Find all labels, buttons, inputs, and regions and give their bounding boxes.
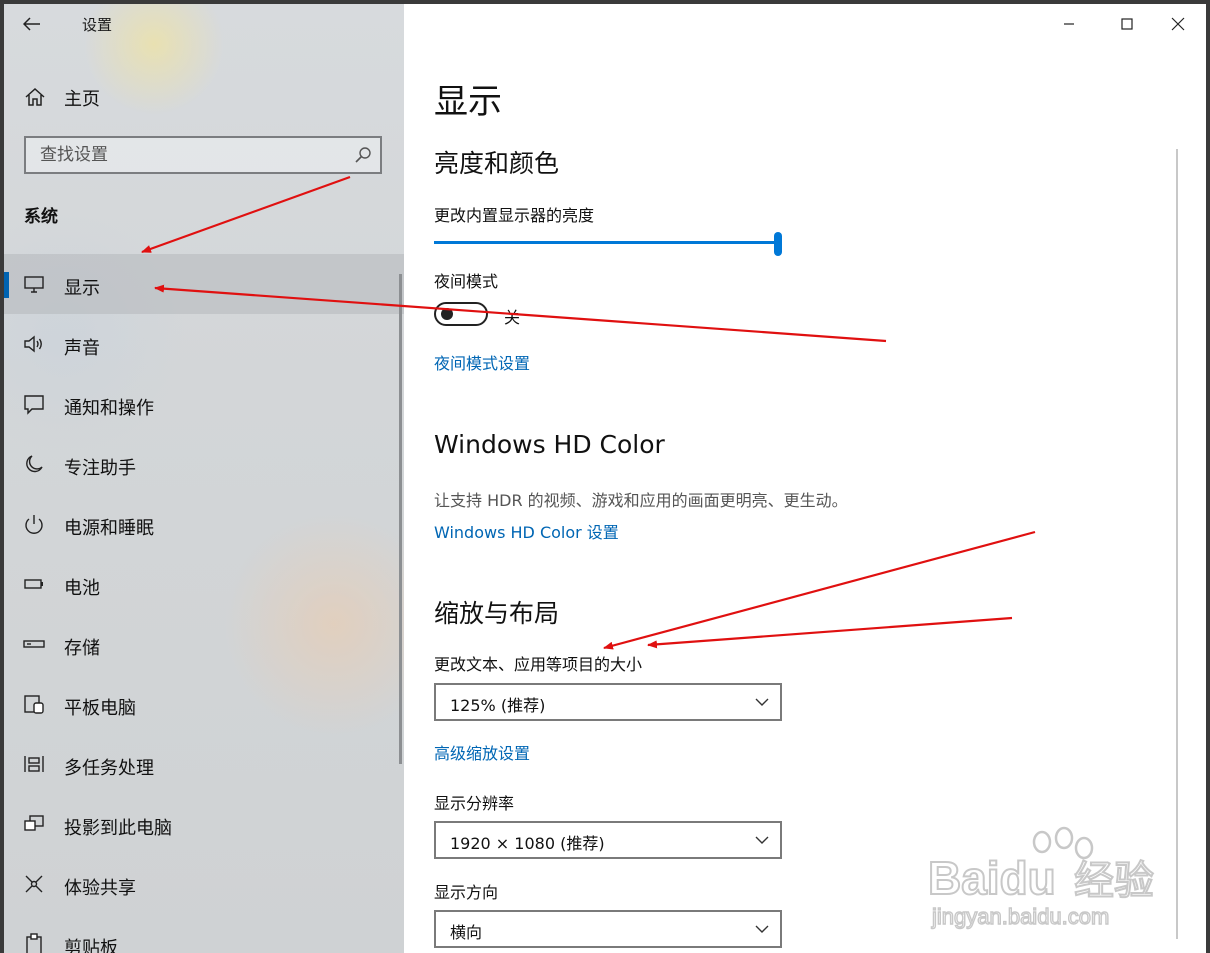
notification-icon [24,395,44,415]
sidebar-item-label: 平板电脑 [64,698,136,719]
brightness-slider-track [434,241,776,244]
monitor-icon [24,276,44,293]
search-box[interactable] [24,136,382,174]
sidebar-item-label: 投影到此电脑 [64,818,172,839]
close-button[interactable] [1149,4,1206,44]
sidebar-item-notifications[interactable]: 通知和操作 [4,374,404,434]
scale-layout-heading: 缩放与布局 [434,599,560,628]
battery-icon [24,579,43,589]
brightness-heading: 亮度和颜色 [434,149,560,178]
sidebar-item-label: 电源和睡眠 [64,518,154,539]
sidebar-item-label: 存储 [64,638,100,659]
settings-window: 设置 主页 系统 显示 [4,4,1206,953]
search-icon [355,147,371,163]
resolution-label: 显示分辨率 [434,794,515,813]
hd-color-heading: Windows HD Color [434,430,665,459]
watermark-brand: Baidu [928,852,1056,904]
watermark-url: jingyan.baidu.com [931,904,1109,929]
sidebar-nav: 显示 声音 通知和操作 专注助手 电源和睡眠 电池 存储 平板电脑 多任务处理 … [4,254,404,953]
sidebar: 设置 主页 系统 显示 [4,4,404,953]
home-icon [25,87,45,106]
hd-color-description: 让支持 HDR 的视频、游戏和应用的画面更明亮、更生动。 [434,491,848,510]
orientation-label: 显示方向 [434,883,499,902]
content-scrollbar[interactable] [1176,149,1178,939]
app-title: 设置 [82,16,113,34]
chevron-down-icon [755,698,769,706]
sidebar-item-label: 电池 [64,578,100,599]
speaker-icon [24,335,42,353]
minimize-icon [1064,23,1074,25]
share-icon [25,875,43,893]
sidebar-item-project-to-pc[interactable]: 投影到此电脑 [4,794,404,854]
search-input[interactable] [26,138,350,172]
chevron-down-icon [755,925,769,933]
sidebar-item-label: 体验共享 [64,878,136,899]
night-light-state: 关 [504,308,521,327]
scale-dropdown[interactable]: 125% (推荐) [434,683,782,721]
resolution-dropdown-value: 1920 × 1080 (推荐) [450,834,605,853]
scale-dropdown-value: 125% (推荐) [450,696,546,715]
sidebar-item-display[interactable]: 显示 [4,254,404,314]
sidebar-item-battery[interactable]: 电池 [4,554,404,614]
sidebar-item-shared-experiences[interactable]: 体验共享 [4,854,404,914]
sidebar-scrollbar[interactable] [399,274,402,764]
home-label: 主页 [64,89,100,110]
tablet-icon [24,695,44,714]
resolution-dropdown[interactable]: 1920 × 1080 (推荐) [434,821,782,859]
project-icon [24,815,44,831]
close-icon [1171,17,1185,31]
sidebar-item-clipboard[interactable]: 剪贴板 [4,914,404,953]
minimize-button[interactable] [1040,4,1098,44]
content-pane: 显示 亮度和颜色 更改内置显示器的亮度 夜间模式 关 夜间模式设置 Window… [404,4,1206,953]
sidebar-item-label: 声音 [64,338,100,359]
sidebar-item-tablet[interactable]: 平板电脑 [4,674,404,734]
power-icon [25,515,43,534]
back-arrow-icon [23,17,40,31]
moon-icon [26,455,43,473]
page-title: 显示 [434,82,502,122]
sidebar-item-focus-assist[interactable]: 专注助手 [4,434,404,494]
brightness-slider-thumb[interactable] [774,232,782,256]
brightness-label: 更改内置显示器的亮度 [434,206,595,225]
scale-label: 更改文本、应用等项目的大小 [434,655,643,674]
maximize-icon [1121,18,1133,30]
title-bar: 设置 [4,4,404,44]
night-light-label: 夜间模式 [434,272,499,291]
clipboard-icon [26,933,42,953]
section-heading-system: 系统 [24,207,58,227]
brightness-slider[interactable] [434,232,784,262]
baidu-watermark: Baidu 经验 jingyan.baidu.com [927,826,1155,930]
hd-color-settings-link[interactable]: Windows HD Color 设置 [434,519,619,543]
home-nav-item[interactable]: 主页 [4,76,404,116]
orientation-dropdown[interactable]: 横向 [434,910,782,948]
chevron-down-icon [755,836,769,844]
sidebar-item-label: 通知和操作 [64,398,154,419]
night-light-settings-link[interactable]: 夜间模式设置 [434,350,530,374]
night-light-toggle[interactable] [434,302,488,326]
multitask-icon [24,756,44,772]
sidebar-item-sound[interactable]: 声音 [4,314,404,374]
sidebar-item-power-sleep[interactable]: 电源和睡眠 [4,494,404,554]
orientation-dropdown-value: 横向 [450,923,483,942]
sidebar-item-label: 剪贴板 [64,938,118,953]
storage-icon [23,640,45,648]
back-button[interactable] [18,12,46,36]
sidebar-item-storage[interactable]: 存储 [4,614,404,674]
sidebar-item-label: 多任务处理 [64,758,154,779]
sidebar-item-label: 专注助手 [64,458,136,479]
toggle-knob [441,308,453,320]
sidebar-item-label: 显示 [64,278,100,299]
advanced-scaling-link[interactable]: 高级缩放设置 [434,740,530,764]
sidebar-item-multitasking[interactable]: 多任务处理 [4,734,404,794]
watermark-brand-cn: 经验 [1074,858,1154,904]
maximize-button[interactable] [1098,4,1156,44]
